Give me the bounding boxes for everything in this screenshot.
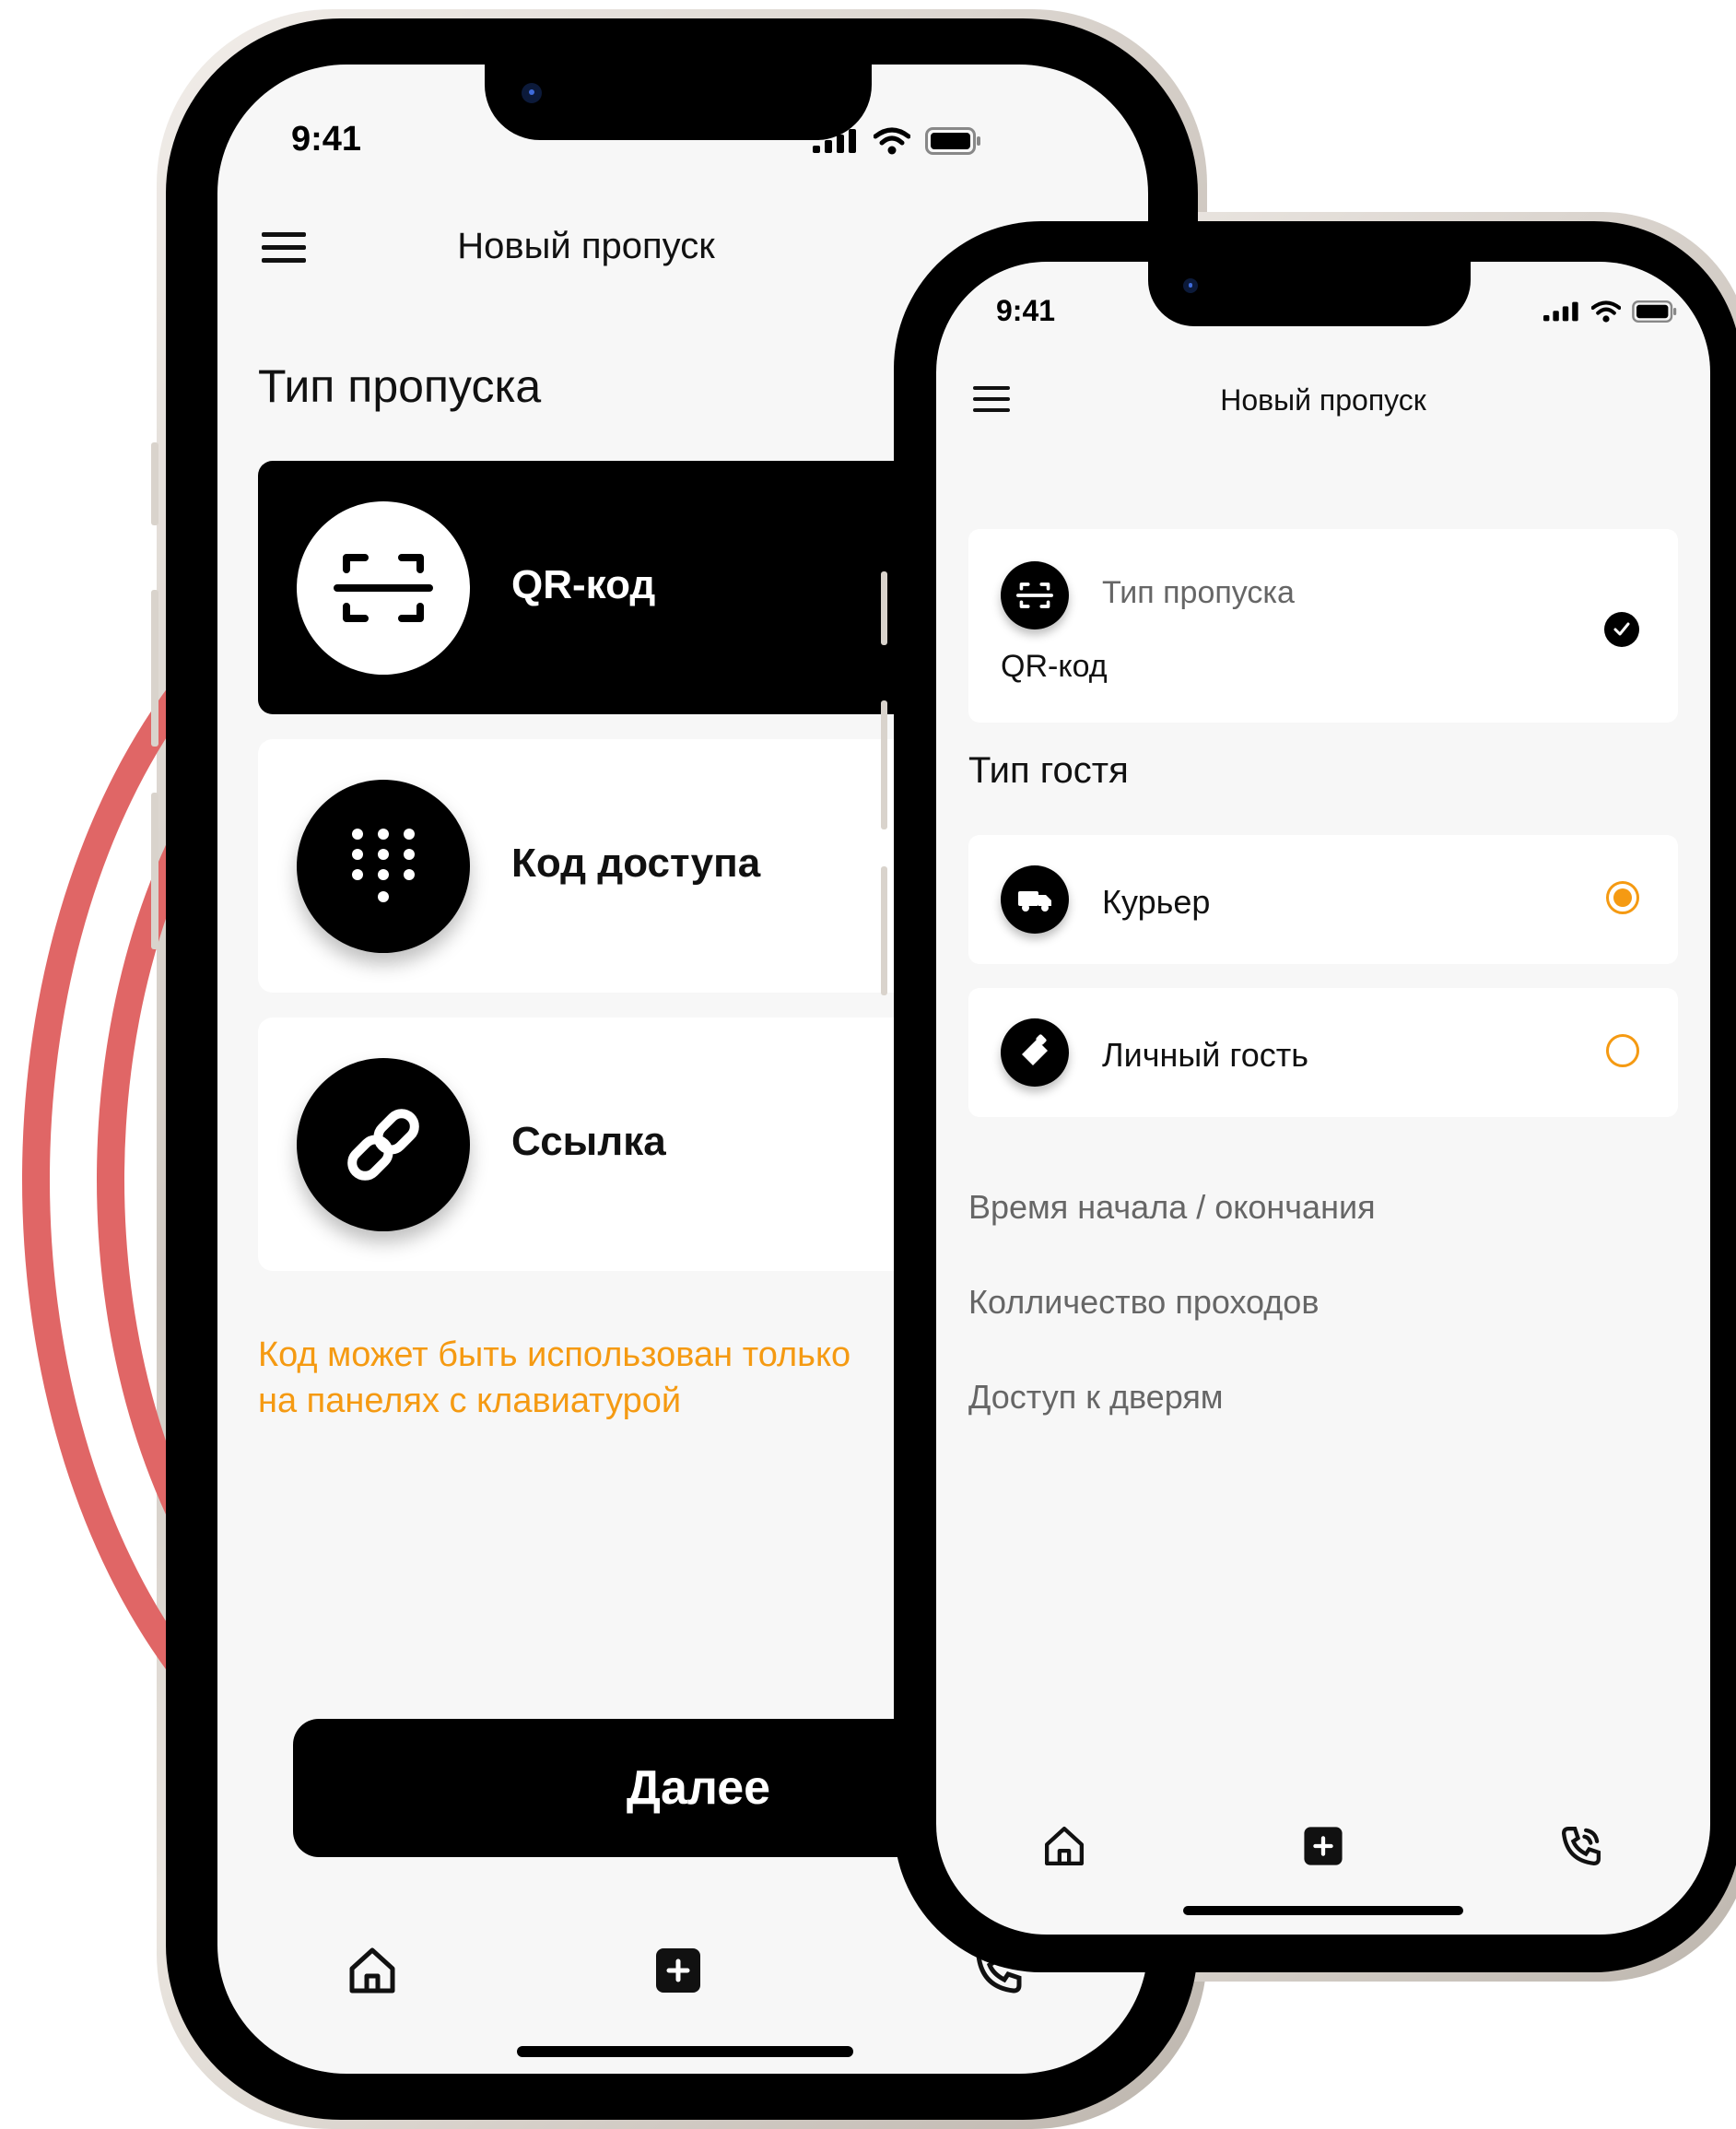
- notch: [1148, 262, 1471, 326]
- phone-call-icon: [1561, 1827, 1601, 1866]
- option-label: QR-код: [511, 562, 656, 607]
- link-icon: [297, 1058, 470, 1231]
- add-icon: [656, 1948, 700, 1993]
- guest-option-personal[interactable]: Личный гость: [968, 988, 1678, 1117]
- option-label: Код доступа: [511, 841, 761, 886]
- wifi-icon: [1591, 300, 1621, 323]
- mute-switch: [881, 571, 887, 645]
- option-label: Ссылка: [511, 1119, 666, 1164]
- pass-type-summary-card[interactable]: Тип пропуска QR-код: [968, 529, 1678, 723]
- radio-selected[interactable]: [1606, 881, 1639, 914]
- page-title: Новый пропуск: [457, 226, 715, 266]
- guest-option-label: Личный гость: [1102, 1036, 1308, 1074]
- keypad-icon: [297, 780, 470, 953]
- volume-down-button: [881, 866, 887, 995]
- section-title-guest-type: Тип гостя: [968, 750, 1129, 791]
- status-time: 9:41: [996, 294, 1056, 327]
- guest-option-courier[interactable]: Курьер: [968, 835, 1678, 964]
- status-time: 9:41: [291, 120, 362, 159]
- home-icon: [1045, 1827, 1084, 1865]
- qr-scan-icon: [297, 501, 470, 675]
- battery-icon: [925, 127, 980, 155]
- home-icon: [349, 1947, 395, 1994]
- volume-up-button: [151, 590, 158, 747]
- home-indicator: [1183, 1906, 1463, 1915]
- screen-right: 9:41 Новый пропуск Тип пропуска QR-код Т…: [936, 262, 1710, 1935]
- tab-home[interactable]: [346, 1945, 398, 2001]
- truck-icon: [1001, 865, 1069, 934]
- tab-call[interactable]: [1559, 1824, 1603, 1873]
- mute-switch: [151, 442, 158, 525]
- signal-icon: [1543, 301, 1578, 322]
- status-icons: [1543, 300, 1678, 323]
- link-door-access[interactable]: Доступ к дверям: [968, 1378, 1224, 1417]
- qr-scan-icon: [1001, 561, 1069, 629]
- camera: [1183, 278, 1198, 293]
- badge-icon: [1001, 1018, 1069, 1087]
- volume-up-button: [881, 700, 887, 829]
- guest-option-label: Курьер: [1102, 883, 1211, 921]
- link-start-end-time[interactable]: Время начала / окончания: [968, 1188, 1376, 1227]
- camera: [522, 83, 542, 103]
- tab-add[interactable]: [652, 1945, 704, 2001]
- home-indicator: [517, 2046, 853, 2057]
- info-note-line: Код может быть использован только: [258, 1335, 851, 1374]
- section-title-pass-type: Тип пропуска: [258, 360, 542, 412]
- check-icon: [1604, 612, 1639, 647]
- volume-down-button: [151, 793, 158, 949]
- tab-add[interactable]: [1301, 1824, 1345, 1873]
- tab-home[interactable]: [1042, 1824, 1086, 1873]
- link-pass-count[interactable]: Колличество проходов: [968, 1283, 1319, 1322]
- pass-type-title: Тип пропуска: [1102, 575, 1295, 610]
- radio-unselected[interactable]: [1606, 1034, 1639, 1067]
- info-note: Код может быть использован только на пан…: [258, 1332, 850, 1424]
- wifi-icon: [874, 127, 910, 155]
- signal-icon: [813, 129, 856, 153]
- add-icon: [1304, 1827, 1343, 1865]
- pass-type-value: QR-код: [1001, 649, 1108, 684]
- battery-icon: [1632, 300, 1677, 323]
- status-icons: [813, 127, 982, 155]
- info-note-line: на панелях с клавиатурой: [258, 1382, 682, 1420]
- phone-right: 9:41 Новый пропуск Тип пропуска QR-код Т…: [881, 212, 1736, 1982]
- page-title: Новый пропуск: [1220, 383, 1426, 417]
